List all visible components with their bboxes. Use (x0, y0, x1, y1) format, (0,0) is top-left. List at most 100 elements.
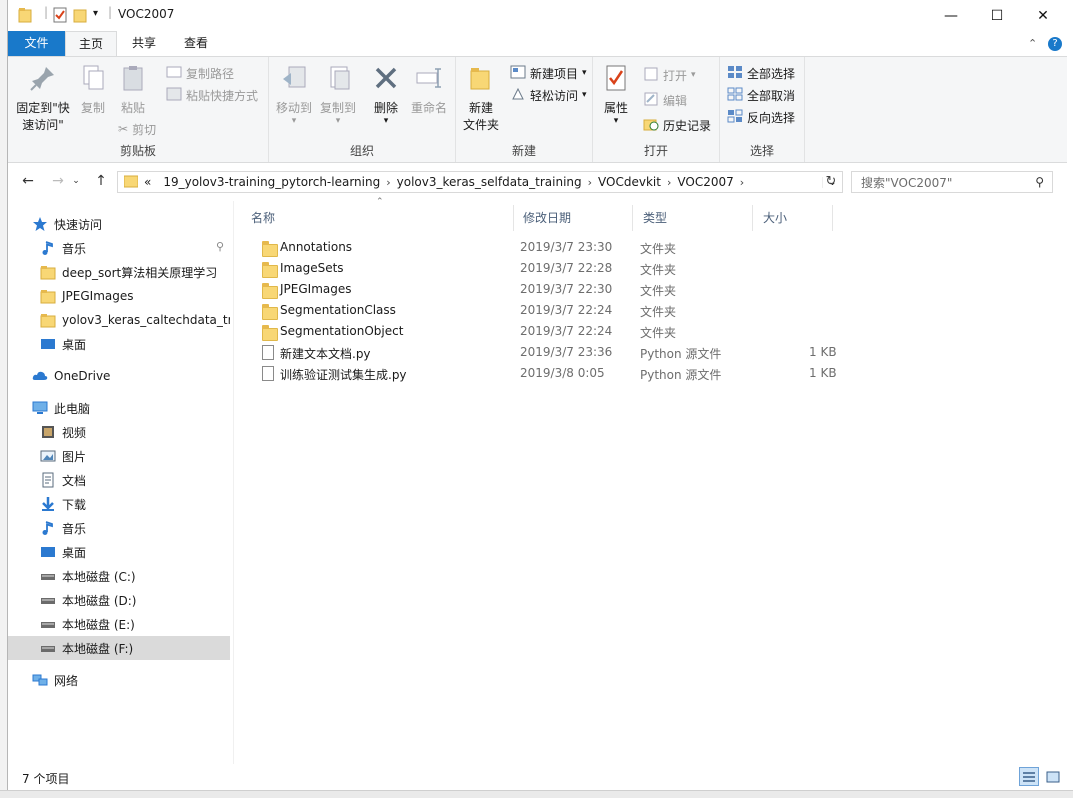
minimize-button[interactable]: — (928, 0, 974, 31)
nav-item-label: 文档 (62, 473, 87, 488)
nav-item[interactable]: 音乐 (8, 516, 230, 540)
file-type: 文件夹 (640, 326, 677, 340)
tab-share[interactable]: 共享 (120, 31, 168, 56)
nav-item-label: 桌面 (62, 545, 87, 560)
file-row[interactable]: Annotations 2019/3/7 23:30 文件夹 (251, 237, 841, 258)
breadcrumb-item[interactable]: VOC2007 (677, 175, 733, 189)
nav-item[interactable]: 视频 (8, 420, 230, 444)
copy-to-button[interactable]: 复制到 ▾ (319, 63, 357, 126)
nav-item[interactable]: 文档 (8, 468, 230, 492)
nav-item[interactable]: yolov3_keras_caltechdata_trai (8, 308, 230, 332)
folder-icon (262, 241, 278, 257)
breadcrumb-chevron-icon[interactable]: › (740, 176, 744, 189)
nav-item[interactable]: 本地磁盘 (C:) (8, 564, 230, 588)
cloud-icon (32, 368, 48, 384)
nav-item[interactable]: 桌面 (8, 540, 230, 564)
nav-item[interactable]: 本地磁盘 (E:) (8, 612, 230, 636)
recent-locations-chevron-icon[interactable]: ⌄ (70, 171, 82, 191)
select-none-button[interactable]: 全部取消 (727, 85, 795, 105)
drive-icon (40, 568, 56, 584)
forward-arrow-icon[interactable]: → (48, 171, 68, 191)
file-row[interactable]: 新建文本文档.py 2019/3/7 23:36 Python 源文件 1 KB (251, 342, 841, 363)
file-date: 2019/3/7 23:36 (520, 345, 613, 359)
desktop-icon (40, 336, 56, 352)
history-button[interactable]: 历史记录 (643, 115, 711, 135)
file-row[interactable]: ImageSets 2019/3/7 22:28 文件夹 (251, 258, 841, 279)
customize-quick-access-icon[interactable]: ▾ (93, 8, 98, 25)
column-header-name[interactable]: 名称 (241, 205, 514, 231)
column-header-type[interactable]: 类型 (633, 205, 753, 231)
collapse-ribbon-icon[interactable]: ⌃ (1028, 37, 1037, 50)
paste-shortcut-button[interactable]: 粘贴快捷方式 (166, 85, 258, 105)
nav-item-label: 桌面 (62, 337, 87, 352)
file-row[interactable]: 训练验证测试集生成.py 2019/3/8 0:05 Python 源文件 1 KB (251, 363, 841, 384)
cut-button[interactable]: ✂ 剪切 (118, 119, 156, 139)
open-button[interactable]: 打开 ▾ (643, 65, 696, 85)
nav-item[interactable]: 桌面 (8, 332, 230, 356)
edit-button[interactable]: 编辑 (643, 90, 687, 110)
easy-access-button[interactable]: 轻松访问 ▾ (510, 85, 587, 105)
copy-path-button[interactable]: 复制路径 (166, 63, 234, 83)
tab-view[interactable]: 查看 (171, 31, 221, 56)
properties-quick-icon[interactable] (53, 7, 67, 24)
column-header-date[interactable]: 修改日期 (513, 205, 633, 231)
background-window-bottom (0, 790, 1073, 798)
file-row[interactable]: JPEGImages 2019/3/7 22:30 文件夹 (251, 279, 841, 300)
breadcrumb-item[interactable]: yolov3_keras_selfdata_training (397, 175, 582, 189)
back-arrow-icon[interactable]: ← (18, 171, 38, 191)
file-type: 文件夹 (640, 263, 677, 277)
nav-item[interactable]: 此电脑 (8, 396, 230, 420)
file-date: 2019/3/7 22:24 (520, 303, 613, 317)
select-none-icon (727, 87, 743, 104)
column-header-size[interactable]: 大小 (753, 205, 833, 231)
breadcrumb-item[interactable]: VOCdevkit (598, 175, 661, 189)
nav-item[interactable]: OneDrive (8, 364, 230, 388)
close-button[interactable]: ✕ (1020, 0, 1066, 31)
nav-item[interactable]: 下载 (8, 492, 230, 516)
pin-quick-access-button[interactable]: 固定到"快 速访问" (14, 63, 72, 134)
breadcrumb-overflow[interactable]: « (144, 175, 151, 189)
large-icons-view-icon[interactable] (1043, 767, 1063, 786)
nav-item[interactable]: JPEGImages (8, 284, 230, 308)
help-icon[interactable]: ? (1048, 37, 1062, 51)
navigation-pane: 快速访问 音乐 ⚲ deep_sort算法相关原理学习 JPEGImages yolov3… (8, 201, 233, 764)
organize-group: 移动到 ▾ 复制到 ▾ 删除 ▾ 重命名 组织 (269, 57, 456, 162)
maximize-button[interactable]: ☐ (974, 0, 1020, 31)
scissors-icon: ✂ (118, 122, 129, 136)
new-folder-quick-icon[interactable] (73, 7, 87, 24)
breadcrumb-chevron-icon[interactable]: › (386, 176, 390, 189)
rename-button[interactable]: 重命名 (409, 63, 449, 117)
nav-item[interactable]: 本地磁盘 (D:) (8, 588, 230, 612)
nav-item[interactable]: 本地磁盘 (F:) (8, 636, 230, 660)
select-all-button[interactable]: 全部选择 (727, 63, 795, 83)
search-box[interactable]: 搜索"VOC2007" ⚲ (851, 171, 1053, 193)
file-row[interactable]: SegmentationObject 2019/3/7 22:24 文件夹 (251, 321, 841, 342)
up-arrow-icon[interactable]: ↑ (91, 171, 111, 191)
nav-item[interactable]: deep_sort算法相关原理学习 (8, 260, 230, 284)
desktop-icon (40, 544, 56, 560)
breadcrumb-chevron-icon[interactable]: › (588, 176, 592, 189)
refresh-icon[interactable]: ↻ (821, 172, 841, 192)
new-item-button[interactable]: 新建项目 ▾ (510, 63, 587, 83)
move-to-button[interactable]: 移动到 ▾ (275, 63, 313, 126)
properties-button[interactable]: 属性 ▾ (599, 63, 633, 126)
breadcrumb-item[interactable]: 19_yolov3-training_pytorch-learning (163, 175, 380, 189)
invert-selection-button[interactable]: 反向选择 (727, 107, 795, 127)
address-bar[interactable]: « 19_yolov3-training_pytorch-learning › … (117, 171, 843, 193)
nav-item[interactable]: 音乐 ⚲ (8, 236, 230, 260)
nav-item[interactable]: 快速访问 (8, 212, 230, 236)
nav-item[interactable]: 图片 (8, 444, 230, 468)
paste-button[interactable]: 粘贴 (116, 63, 150, 117)
new-folder-button[interactable]: 新建 文件夹 (460, 63, 502, 134)
tab-file[interactable]: 文件 (8, 31, 65, 56)
search-icon[interactable]: ⚲ (1035, 175, 1044, 189)
details-view-icon[interactable] (1019, 767, 1039, 786)
tab-home[interactable]: 主页 (65, 31, 117, 56)
file-row[interactable]: SegmentationClass 2019/3/7 22:24 文件夹 (251, 300, 841, 321)
pane-splitter[interactable] (233, 201, 234, 764)
separator: | (44, 5, 49, 19)
nav-item[interactable]: 网络 (8, 668, 230, 692)
breadcrumb-chevron-icon[interactable]: › (667, 176, 671, 189)
copy-button[interactable]: 复制 (76, 63, 110, 117)
delete-button[interactable]: 删除 ▾ (369, 63, 403, 126)
